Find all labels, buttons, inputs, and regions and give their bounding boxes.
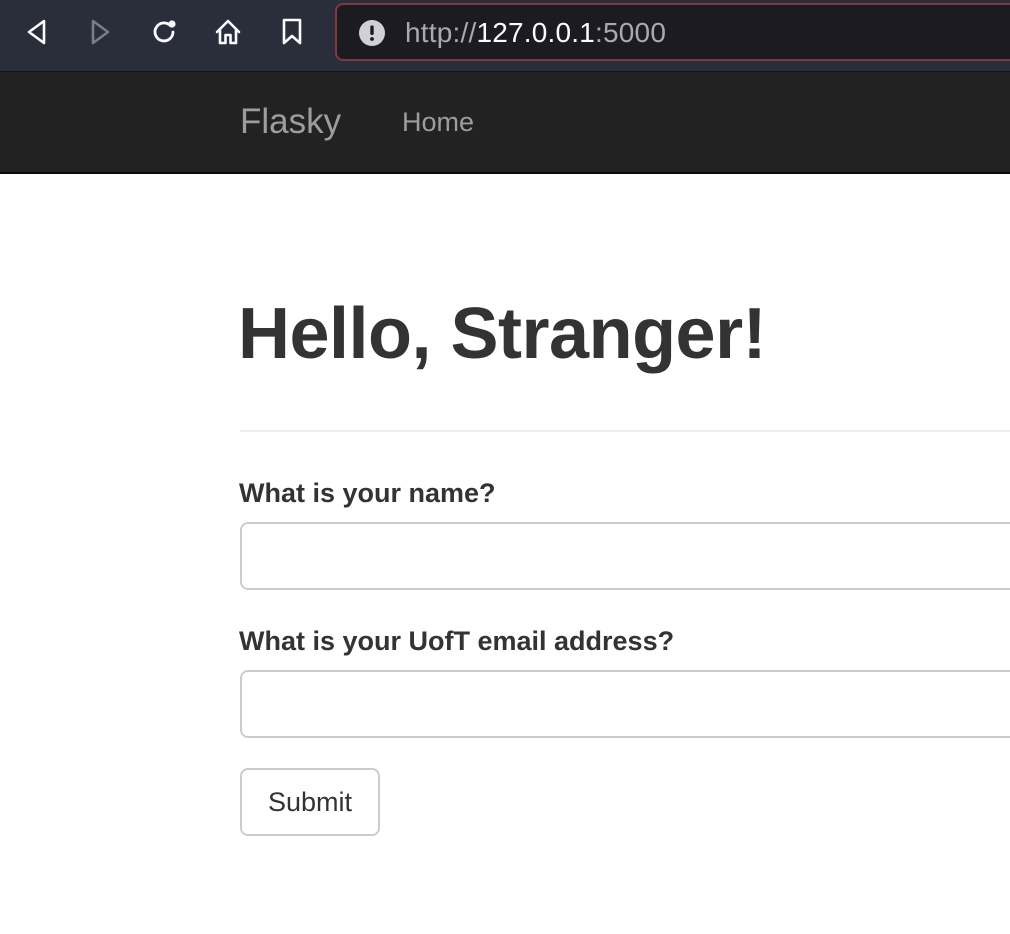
url-text[interactable]: http://127.0.0.1:5000 xyxy=(405,18,666,48)
browser-toolbar: http://127.0.0.1:5000 xyxy=(0,0,1010,72)
reload-icon[interactable] xyxy=(148,16,180,48)
name-label: What is your name? xyxy=(239,478,496,508)
warning-info-icon[interactable] xyxy=(359,20,385,46)
header-divider xyxy=(240,430,1010,432)
url-scheme: http:// xyxy=(405,17,477,48)
email-label: What is your UofT email address? xyxy=(239,626,675,656)
forward-arrow-icon[interactable] xyxy=(84,16,116,48)
home-icon[interactable] xyxy=(212,16,244,48)
back-arrow-icon[interactable] xyxy=(21,16,53,48)
bookmark-icon[interactable] xyxy=(276,16,308,48)
submit-button[interactable]: Submit xyxy=(240,768,380,836)
url-port: :5000 xyxy=(595,17,667,48)
page-title: Hello, Stranger! xyxy=(238,294,767,374)
navbar-brand[interactable]: Flasky xyxy=(240,102,341,142)
nav-link-home[interactable]: Home xyxy=(402,107,474,137)
url-bar[interactable]: http://127.0.0.1:5000 xyxy=(335,3,1010,61)
name-input[interactable] xyxy=(240,522,1010,590)
site-navbar: Flasky Home xyxy=(0,72,1010,174)
email-input[interactable] xyxy=(240,670,1010,738)
url-host: 127.0.0.1 xyxy=(476,17,596,48)
